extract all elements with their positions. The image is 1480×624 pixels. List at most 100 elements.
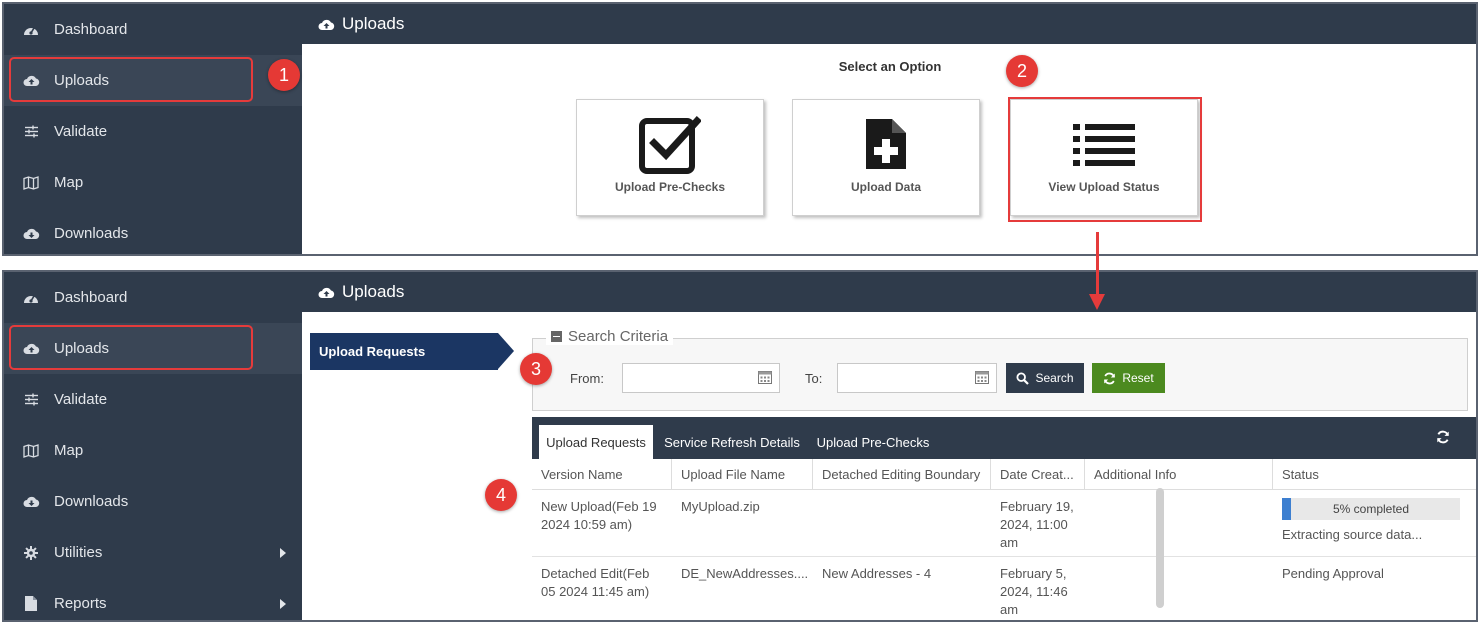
cell-date-created: February 5, 2024, 11:46 am [1000,566,1068,617]
to-label: To: [805,371,823,386]
tab-upload-requests[interactable]: Upload Requests [539,425,653,459]
cell-version-name: New Upload(Feb 19 2024 10:59 am) [541,499,657,532]
sidebar-item-map[interactable]: Map [4,425,302,476]
refresh-icon[interactable] [1436,430,1450,449]
progress-text: 5% completed [1332,502,1410,516]
sidebar-item-uploads[interactable]: Uploads [4,55,302,106]
sidebar-item-label: Downloads [54,493,129,510]
main-content-top: Uploads Select an Option Upload Pre-Chec… [302,4,1476,254]
search-button-label: Search [1035,371,1074,385]
sidebar-item-validate[interactable]: Validate [4,374,302,425]
legend-label: Search Criteria [568,328,669,345]
dashboard-icon [22,289,40,307]
collapse-icon[interactable] [551,331,562,342]
cloud-download-icon [22,225,40,243]
cell-boundary: New Addresses - 4 [822,566,932,581]
cell-status: Extracting source data... [1282,527,1423,542]
sidebar-item-downloads[interactable]: Downloads [4,476,302,527]
callout-badge-4: 4 [485,479,517,511]
sliders-icon [22,123,40,141]
cloud-upload-icon [318,286,335,299]
sidebar-item-label: Dashboard [54,289,128,306]
sidebar-item-label: Validate [54,123,108,140]
dashboard-icon [22,21,40,39]
column-header-status[interactable]: Status [1273,459,1476,490]
status-tabs: Upload Requests Service Refresh Details … [532,417,1476,459]
sidebar-item-dashboard[interactable]: Dashboard [4,4,302,55]
callout-badge-3: 3 [520,353,552,385]
sidebar-item-label: Map [54,442,84,459]
file-plus-icon [793,108,979,180]
search-icon [1016,371,1030,385]
cell-additional-info [1085,490,1273,498]
cell-version-name: Detached Edit(Feb 05 2024 11:45 am) [541,566,650,599]
grid-header: Version Name Upload File Name Detached E… [532,459,1476,490]
card-label: Upload Pre-Checks [614,180,726,194]
upload-requests-nav-tab[interactable]: Upload Requests [310,333,498,370]
sidebar-item-utilities[interactable]: Utilities [4,527,302,578]
callout-badge-2: 2 [1006,55,1038,87]
uploads-highlight-box [9,57,253,102]
map-icon [22,442,40,460]
search-criteria-legend[interactable]: Search Criteria [546,328,674,345]
sidebar-item-label: Dashboard [54,21,128,38]
calendar-icon[interactable] [758,370,772,389]
cell-status: Pending Approval [1282,566,1384,581]
column-header-version-name[interactable]: Version Name [532,459,672,490]
cell-boundary [813,490,991,498]
sidebar-bottom: Dashboard Uploads Validate Map Downloads… [4,272,302,620]
checkbox-icon [577,108,763,180]
cell-upload-file-name: DE_NewAddresses.... [681,566,809,581]
to-date-input[interactable] [837,363,997,393]
table-row[interactable]: Detached Edit(Feb 05 2024 11:45 am) DE_N… [532,557,1476,620]
sidebar-item-map[interactable]: Map [4,157,302,208]
card-label: Upload Data [850,180,921,194]
reset-button-label: Reset [1122,371,1154,385]
cloud-upload-icon [318,18,335,31]
main-content-bottom: Uploads Upload Requests Search Criteria … [302,272,1476,620]
from-label: From: [570,371,604,386]
nav-tab-arrow [498,333,514,369]
cell-upload-file-name: MyUpload.zip [681,499,760,514]
sidebar-item-label: Downloads [54,225,129,242]
cloud-download-icon [22,493,40,511]
sidebar-item-downloads[interactable]: Downloads [4,208,302,254]
reset-button[interactable]: Reset [1092,363,1165,393]
chevron-right-icon [280,547,286,558]
cell-additional-info [1085,557,1273,565]
callout-arrow-head [1089,294,1105,310]
upload-progress-bar: 5% completed [1282,498,1460,520]
uploads-options-panel: Dashboard Uploads Validate Map Downloads… [2,2,1478,256]
sidebar-item-label: Utilities [54,544,103,561]
page-title: Uploads [342,282,405,301]
upload-pre-checks-card[interactable]: Upload Pre-Checks [576,99,764,216]
sidebar-item-dashboard[interactable]: Dashboard [4,272,302,323]
column-header-additional-info[interactable]: Additional Info [1085,459,1273,490]
sidebar-item-reports[interactable]: Reports [4,578,302,620]
calendar-icon[interactable] [975,370,989,389]
sidebar-top: Dashboard Uploads Validate Map Downloads [4,4,302,254]
search-button[interactable]: Search [1006,363,1084,393]
column-header-detached-editing-boundary[interactable]: Detached Editing Boundary [813,459,991,490]
grid-scrollbar[interactable] [1156,488,1164,608]
tab-service-refresh-details[interactable]: Service Refresh Details [658,425,806,459]
table-row[interactable]: New Upload(Feb 19 2024 10:59 am) MyUploa… [532,490,1476,557]
sidebar-item-label: Validate [54,391,108,408]
sidebar-item-validate[interactable]: Validate [4,106,302,157]
tab-upload-pre-checks[interactable]: Upload Pre-Checks [811,425,935,459]
sliders-icon [22,391,40,409]
sidebar-item-uploads[interactable]: Uploads [4,323,302,374]
chevron-right-icon [280,598,286,609]
cell-date-created: February 19, 2024, 11:00 am [1000,499,1074,550]
column-header-date-created[interactable]: Date Creat... [991,459,1085,490]
page-title: Uploads [342,14,405,33]
callout-badge-1: 1 [268,59,300,91]
column-header-upload-file-name[interactable]: Upload File Name [672,459,813,490]
upload-data-card[interactable]: Upload Data [792,99,980,216]
document-icon [22,595,40,613]
refresh-icon [1103,372,1116,385]
from-date-input[interactable] [622,363,780,393]
callout-arrow-line [1096,232,1099,296]
sidebar-item-label: Map [54,174,84,191]
view-status-highlight-box [1008,97,1202,222]
